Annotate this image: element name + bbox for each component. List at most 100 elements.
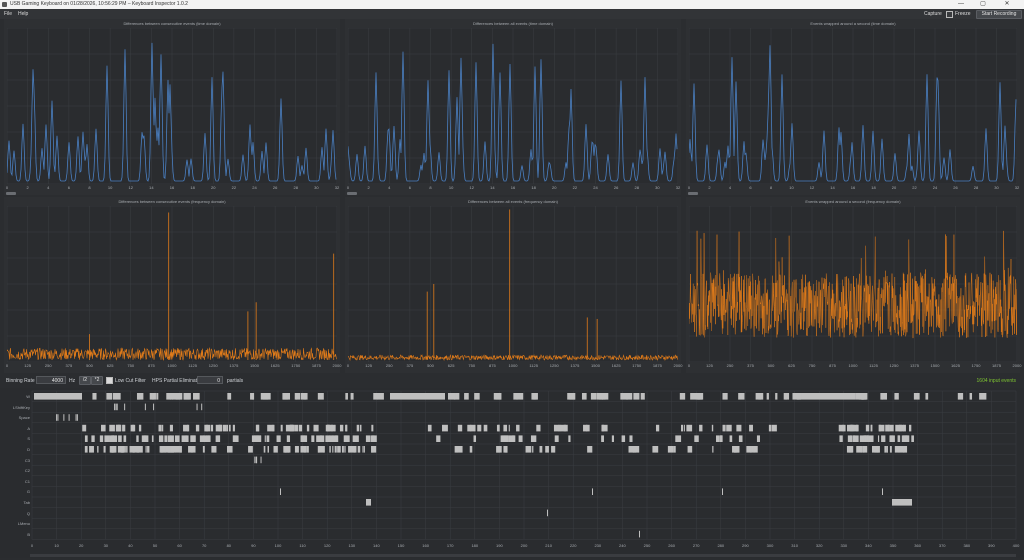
key-press-bar (477, 424, 482, 432)
key-press-bar (655, 424, 660, 432)
key-press-bar (253, 435, 259, 442)
maximize-button[interactable]: ▢ (976, 0, 990, 9)
menu-file[interactable]: File (4, 11, 12, 17)
frequency-domain-chart (7, 206, 337, 362)
key-press-bar (621, 435, 626, 442)
timeline-scrollbar[interactable] (30, 554, 1016, 557)
time-series-line (7, 42, 337, 182)
key-press-bar (341, 446, 344, 453)
x-tick-label: 14 (830, 185, 835, 190)
key-press-bar (496, 424, 500, 432)
start-recording-button[interactable]: Start Recording (976, 10, 1022, 19)
timeline-tick-label: 330 (840, 543, 848, 549)
key-press-bar (722, 393, 728, 400)
x-tick-label: 6 (749, 185, 752, 190)
low-cut-filter-checkbox[interactable] (106, 377, 113, 384)
key-press-bar (101, 424, 106, 432)
key-press-bar (169, 424, 173, 432)
x-tick-label: 32 (334, 185, 340, 190)
key-press-bar (889, 446, 892, 453)
key-press-bar (124, 446, 126, 453)
x-tick-label: 1375 (229, 363, 239, 368)
key-press-bar (979, 393, 987, 400)
key-press-bar (339, 424, 344, 432)
binning-rate-input[interactable]: 4000 (36, 376, 66, 384)
key-press-bar (427, 424, 432, 432)
panel-scrollbar[interactable] (6, 192, 16, 195)
minimize-button[interactable]: — (954, 0, 968, 9)
close-button[interactable]: ✕ (1000, 0, 1014, 9)
plot-area (689, 206, 1017, 362)
key-press-bar (722, 424, 726, 432)
key-press-bar (75, 414, 77, 421)
panel-title: Differences between consecutive events (… (118, 199, 226, 204)
hps-partials-input[interactable]: 0 (197, 376, 223, 384)
hps-label: HPS Partial Elimination (152, 378, 204, 384)
key-press-bar (957, 393, 964, 400)
timeline-tick-label: 370 (938, 543, 946, 549)
x-tick-label: 2000 (332, 363, 342, 368)
x-tick-label: 375 (747, 363, 754, 368)
key-press-bar (183, 393, 190, 400)
timeline-tick-label: 130 (348, 543, 356, 549)
key-press-bar (847, 424, 853, 432)
key-press-bar (104, 435, 109, 442)
key-press-bar (738, 393, 745, 400)
key-press-bar (301, 435, 308, 442)
key-press-bar (853, 424, 858, 432)
x-tick-label: 20 (891, 185, 897, 190)
panel-all-time: Differences between all events (time dom… (345, 19, 681, 195)
x-tick-label: 1250 (889, 363, 899, 368)
x-tick-label: 24 (932, 185, 938, 190)
key-press-bar (147, 446, 150, 453)
key-press-bar (505, 446, 508, 453)
x-tick-label: 4 (47, 185, 50, 190)
key-press-bar (885, 424, 887, 432)
timeline-tick-label: 240 (619, 543, 626, 549)
key-press-bar (590, 393, 597, 400)
key-press-bar (518, 435, 523, 442)
x-tick-label: 2000 (673, 363, 683, 368)
x-tick-label: 1750 (291, 363, 301, 368)
x-tick-label: 1500 (250, 363, 259, 368)
key-press-bar (169, 446, 176, 453)
key-press-bar (137, 393, 140, 400)
x-tick-label: 1875 (992, 363, 1001, 368)
panel-scrollbar[interactable] (347, 192, 357, 195)
panel-scrollbar[interactable] (688, 192, 698, 195)
key-press-bar (525, 446, 532, 453)
x-tick-label: 8 (769, 185, 773, 190)
time-domain-chart (7, 28, 337, 184)
key-press-bar (911, 435, 914, 442)
key-press-bar (377, 393, 384, 400)
x-tick-label: 30 (314, 185, 319, 190)
halve-rate-button[interactable]: /2 (79, 376, 91, 385)
key-press-bar (217, 435, 220, 442)
x-tick-label: 20 (552, 185, 557, 190)
x-tick-label: 375 (65, 363, 73, 368)
key-press-bar (287, 435, 289, 442)
key-press-bar (877, 446, 880, 453)
timeline-tick-label: 200 (520, 543, 528, 549)
key-press-bar (276, 435, 281, 442)
x-tick-label: 625 (106, 363, 114, 368)
key-press-bar (390, 393, 445, 400)
menu-help[interactable]: Help (18, 11, 28, 17)
key-press-bar (726, 424, 732, 432)
key-press-bar (563, 424, 568, 432)
x-tick-label: 1875 (311, 363, 321, 368)
key-press-bar (495, 393, 502, 400)
key-press-bar (210, 424, 214, 432)
double-rate-button[interactable]: *2 (91, 376, 103, 385)
key-press-bar (106, 393, 112, 400)
key-press-bar (683, 424, 685, 432)
key-press-bar (199, 435, 205, 442)
panel-consecutive-time: Differences between consecutive events (… (4, 19, 340, 195)
key-press-bar (232, 435, 239, 442)
freeze-checkbox[interactable] (946, 11, 953, 18)
key-press-bar (334, 424, 336, 432)
key-press-bar (132, 446, 136, 453)
key-press-bar (161, 435, 164, 442)
key-press-bar (122, 424, 124, 432)
x-tick-label: 10 (448, 185, 454, 190)
